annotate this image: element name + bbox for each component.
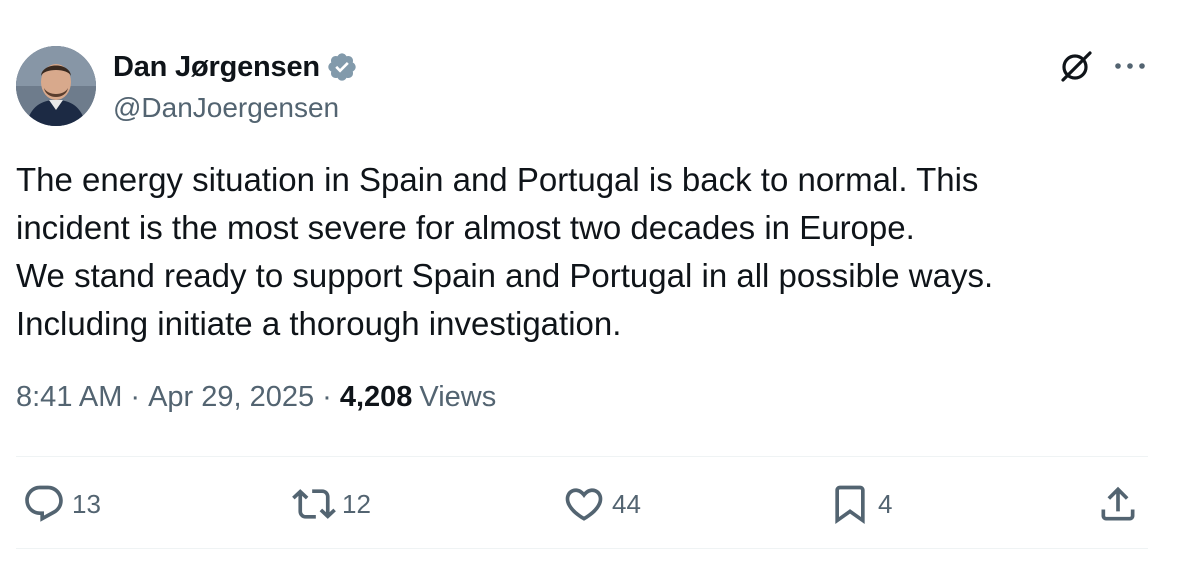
- views-label: Views: [419, 381, 497, 413]
- tweet-meta: 8:41 AM · Apr 29, 2025 · 4,208 Views: [16, 381, 496, 414]
- tweet-text-line: The energy situation in Spain and Portug…: [16, 161, 979, 198]
- tweet-time[interactable]: 8:41 AM: [16, 381, 122, 414]
- tweet-text-line: incident is the most severe for almost t…: [16, 209, 915, 246]
- repost-icon: [292, 489, 336, 519]
- repost-button[interactable]: 12: [292, 478, 371, 530]
- tweet-text-line: We stand ready to support Spain and Port…: [16, 257, 994, 294]
- meta-separator: ·: [322, 381, 332, 413]
- tweet-card: Dan Jørgensen @DanJoergensen The energy …: [0, 0, 1178, 572]
- tweet-text-line: Including initiate a thorough investigat…: [16, 305, 622, 342]
- bookmark-icon: [835, 485, 865, 525]
- author-handle[interactable]: @DanJoergensen: [113, 92, 339, 124]
- bookmark-count: 4: [878, 488, 893, 519]
- author-name[interactable]: Dan Jørgensen: [113, 51, 320, 84]
- share-button[interactable]: [1096, 478, 1140, 530]
- like-count: 44: [612, 488, 641, 519]
- more-icon[interactable]: [1110, 50, 1150, 82]
- tweet-date[interactable]: Apr 29, 2025: [148, 381, 314, 414]
- share-icon: [1101, 486, 1135, 521]
- reply-button[interactable]: 13: [22, 478, 101, 530]
- verified-badge-icon[interactable]: [326, 51, 358, 83]
- grok-icon[interactable]: [1058, 48, 1094, 84]
- avatar-photo-icon: [16, 46, 96, 126]
- divider: [16, 548, 1148, 549]
- meta-separator: ·: [130, 381, 141, 413]
- divider: [16, 456, 1148, 457]
- repost-count: 12: [342, 488, 371, 519]
- views-count: 4,208: [339, 381, 413, 413]
- action-bar: 13 12 44 4: [0, 478, 1178, 530]
- bookmark-button[interactable]: 4: [828, 478, 892, 530]
- like-icon: [565, 488, 603, 521]
- reply-count: 13: [72, 488, 101, 519]
- author-name-row: Dan Jørgensen: [113, 48, 358, 86]
- like-button[interactable]: 44: [562, 478, 641, 530]
- reply-icon: [25, 485, 63, 522]
- avatar[interactable]: [16, 46, 96, 126]
- tweet-text: The energy situation in Spain and Portug…: [16, 156, 1156, 348]
